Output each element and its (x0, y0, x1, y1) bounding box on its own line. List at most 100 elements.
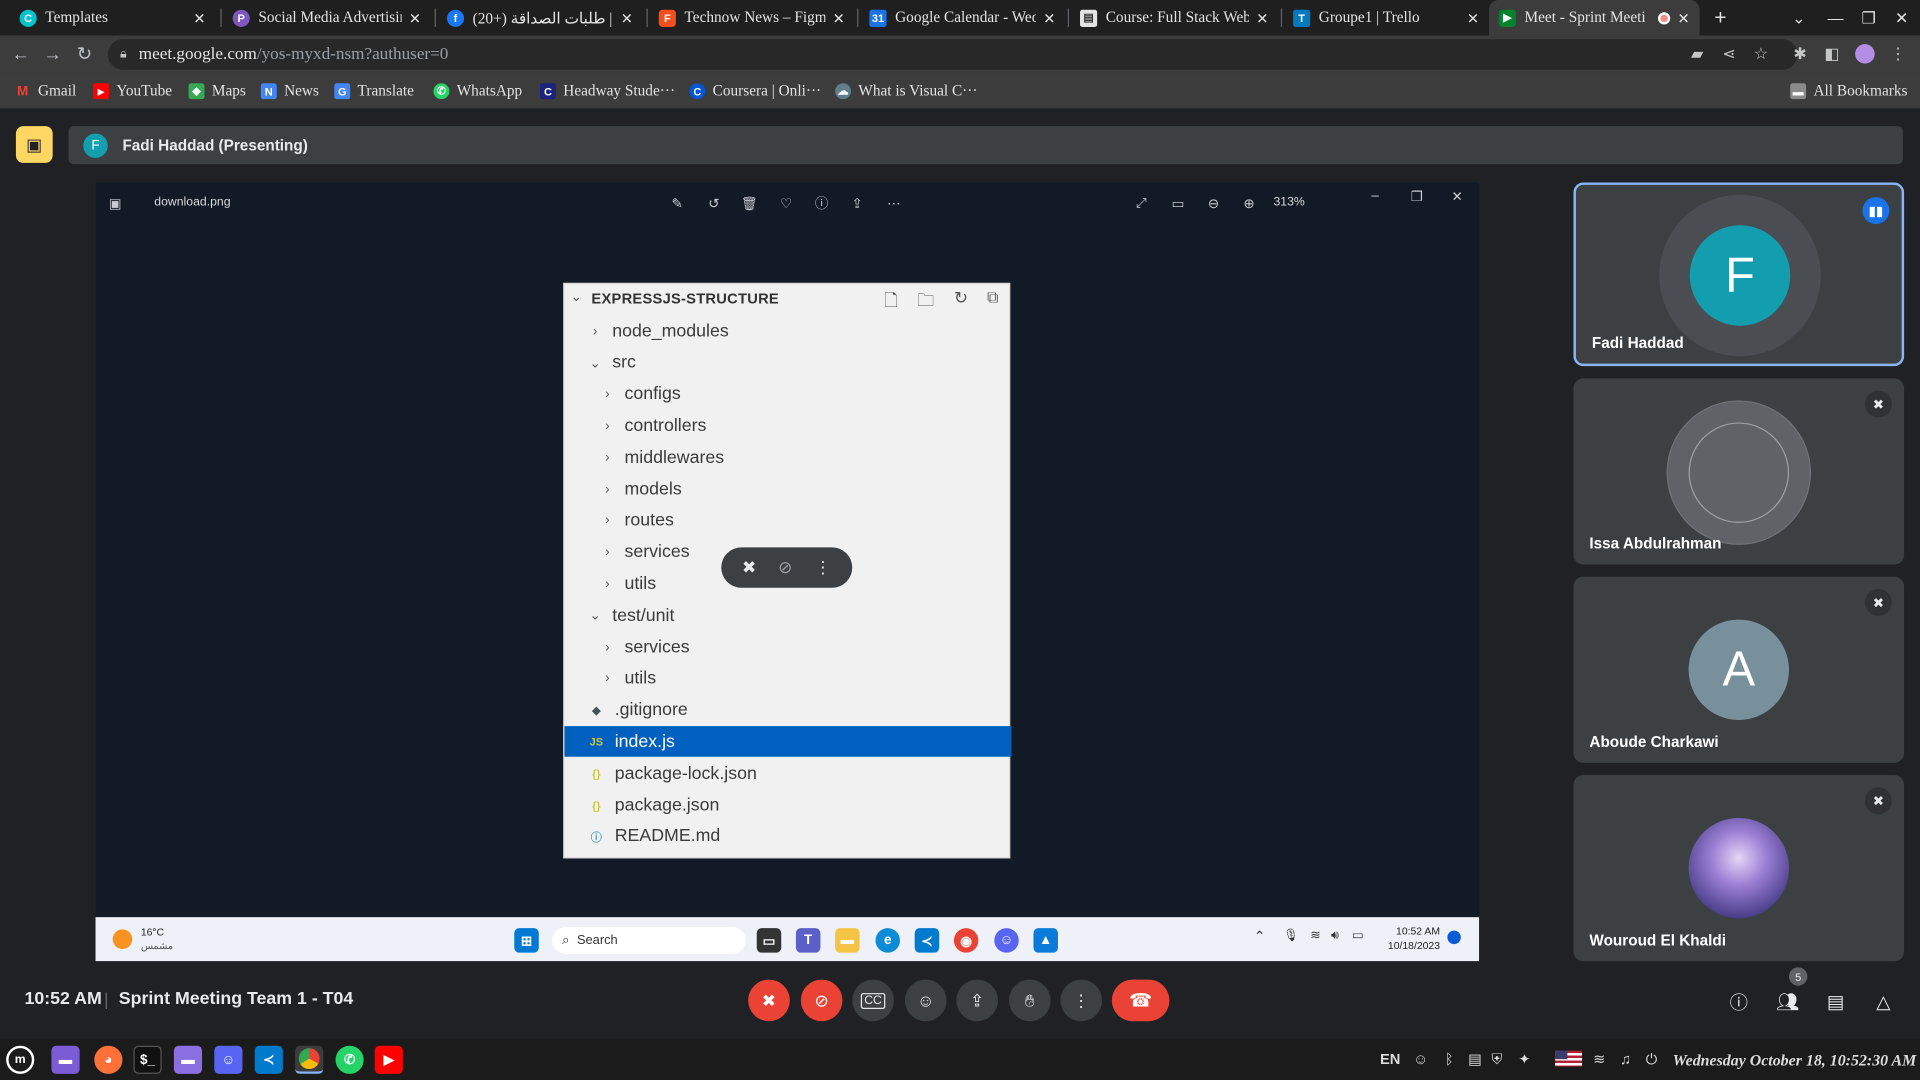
meeting-title: Sprint Meeting Team 1 - T04 (118, 989, 354, 1009)
participant-tile[interactable]: F ▮▮ Fadi Haddad (1573, 182, 1905, 367)
meeting-info-icon[interactable]: ⓘ (1725, 988, 1752, 1015)
whatsapp-icon[interactable]: ✆ (335, 1045, 364, 1074)
close-icon[interactable]: ✕ (1677, 9, 1689, 26)
bookmark-headway[interactable]: C Headway Stude··· (540, 80, 675, 103)
visual-icon: ☁ (835, 83, 852, 100)
file-type-icon: ⓘ (590, 831, 602, 844)
share-icon: ⇪ (851, 196, 863, 212)
tab-trello[interactable]: T Groupe1 | Trello ✕ (1283, 0, 1489, 36)
captions-button[interactable]: CC (852, 979, 894, 1022)
discord-icon[interactable]: ☺ (214, 1045, 243, 1074)
leave-call-button[interactable]: ☎︎ (1111, 979, 1170, 1022)
bookmark-visual[interactable]: ☁ What is Visual C··· (835, 80, 977, 103)
network-icon[interactable]: ≋ (1593, 1051, 1605, 1068)
weather-icon (112, 929, 133, 949)
update-icon[interactable]: ✦ (1518, 1051, 1530, 1068)
browser-toolbar: ← → ↻ 🔒︎ meet.google.com /yos-myxd-nsm?a… (0, 35, 1920, 74)
restore-icon[interactable]: ❐ (1853, 0, 1885, 36)
menu-icon[interactable]: ⋮ (1886, 42, 1910, 66)
maps-icon: ◆ (188, 83, 205, 100)
sound-icon[interactable]: ♫ (1620, 1051, 1631, 1068)
extensions-icon[interactable]: ✱ (1788, 42, 1812, 66)
power-icon[interactable]: ⏻ (1646, 1051, 1658, 1069)
firefox-icon[interactable]: ◕ (94, 1045, 123, 1074)
bookmark-whatsapp[interactable]: ✆ WhatsApp (433, 80, 522, 103)
info-icon: ⓘ (814, 197, 829, 212)
bookmark-translate[interactable]: G Translate (334, 80, 414, 103)
bookmark-youtube[interactable]: ▶ YouTube (93, 80, 172, 103)
discord-tray-icon[interactable]: ☺ (1413, 1051, 1428, 1068)
chrome-icon[interactable] (295, 1045, 324, 1074)
close-icon[interactable]: ✕ (621, 9, 633, 26)
tab-templates[interactable]: C Templates ✕ (10, 0, 216, 36)
tab-title: Course: Full Stack Web (1105, 8, 1249, 26)
bookmark-coursera[interactable]: C Coursera | Onli··· (689, 80, 821, 103)
close-icon[interactable]: ✕ (1467, 9, 1479, 26)
vscode-icon[interactable]: ≺ (254, 1045, 283, 1074)
raise-hand-button[interactable]: ✋︎ (1008, 979, 1051, 1022)
window-close-icon[interactable]: ✕ (1886, 0, 1918, 36)
news-icon: N (260, 83, 277, 100)
terminal-icon[interactable]: $_ (133, 1045, 162, 1074)
tab-divider (857, 8, 859, 27)
os-datetime[interactable]: Wednesday October 18, 10:52:30 AM (1673, 1051, 1917, 1071)
star-icon[interactable]: ☆ (1749, 42, 1773, 66)
tab-search-icon[interactable]: ⌄ (1783, 0, 1815, 36)
tree-item-label: services (624, 542, 690, 563)
tab-meet[interactable]: ▶ Meet - Sprint Meeti ✕ (1488, 0, 1700, 36)
emoji-button[interactable]: ☺ (904, 979, 947, 1022)
close-icon[interactable]: ✕ (1043, 9, 1055, 26)
folder-icon[interactable]: ▬ (173, 1045, 203, 1074)
mic-toggle-button[interactable]: ✖︎ (748, 979, 790, 1022)
clipboard-icon[interactable]: ▤ (1468, 1051, 1482, 1068)
tab-calendar[interactable]: 31 Google Calendar - Wed ✕ (860, 0, 1066, 36)
minimize-icon[interactable]: — (1820, 0, 1852, 36)
new-tab-button[interactable]: + (1705, 0, 1737, 36)
all-bookmarks[interactable]: ▬ All Bookmarks (1790, 80, 1907, 103)
camera-icon[interactable]: ▰ (1685, 42, 1709, 66)
explorer-header: ⌄ EXPRESSJS-STRUCTURE 🗋 🗀 ↻ ⧉ (564, 284, 1011, 312)
youtube-icon[interactable]: ▶ (374, 1045, 403, 1074)
share-icon[interactable]: ⋖ (1717, 42, 1741, 66)
participant-tile[interactable]: ✖︎ Wouroud El Khaldi (1573, 775, 1905, 962)
tab-facebook[interactable]: f طلبات الصداقة (+20) | ok ✕ (437, 0, 643, 36)
bookmark-label: YouTube (116, 82, 173, 100)
keyboard-layout[interactable]: EN (1380, 1051, 1400, 1068)
address-bar[interactable]: 🔒︎ meet.google.com /yos-myxd-nsm?authuse… (107, 39, 1798, 70)
bluetooth-icon[interactable]: ᛒ (1445, 1051, 1454, 1068)
mic-off-icon: ✖︎ (1864, 390, 1892, 418)
participant-tile[interactable]: A ✖︎ Aboude Charkawi (1573, 576, 1905, 763)
bookmark-maps[interactable]: ◆ Maps (188, 80, 246, 103)
shield-icon[interactable]: ⛨ (1491, 1051, 1502, 1069)
forward-icon[interactable]: → (39, 40, 66, 67)
tab-course[interactable]: ▤ Course: Full Stack Web ✕ (1070, 0, 1278, 36)
profile-icon[interactable] (1853, 42, 1877, 66)
people-icon[interactable]: 👥︎ (1774, 988, 1801, 1015)
stop-presenting-icon[interactable]: ▣ (15, 126, 53, 163)
camera-toggle-button[interactable]: ⊘ (800, 979, 843, 1022)
files-icon[interactable]: ▬ (51, 1045, 80, 1074)
close-icon[interactable]: ✕ (1256, 9, 1268, 26)
separator: | (104, 989, 109, 1009)
activities-icon[interactable]: △ (1870, 988, 1897, 1015)
tree-item-label: package.json (614, 795, 720, 815)
present-button[interactable]: ⇪ (956, 979, 998, 1022)
bookmark-news[interactable]: N News (260, 80, 319, 103)
back-icon[interactable]: ← (7, 40, 34, 67)
reload-icon[interactable]: ↻ (71, 40, 98, 67)
close-icon[interactable]: ✕ (409, 9, 421, 26)
chat-icon[interactable]: ▤ (1822, 988, 1849, 1015)
close-icon[interactable]: ✕ (193, 9, 205, 26)
participant-tile[interactable]: ✖︎ Issa Abdulrahman (1573, 378, 1905, 565)
tab-social-media[interactable]: P Social Media Advertisin ✕ (223, 0, 431, 36)
bookmark-gmail[interactable]: M Gmail (15, 80, 76, 103)
chevron-right-icon: › (605, 450, 610, 465)
chevron-down-icon: ⌄ (589, 608, 601, 624)
chevron-right-icon: › (605, 576, 610, 592)
mint-menu-icon[interactable]: m (6, 1045, 35, 1074)
close-icon[interactable]: ✕ (833, 9, 845, 26)
side-panel-icon[interactable]: ◧ (1820, 42, 1844, 66)
flag-icon[interactable] (1555, 1050, 1583, 1067)
more-options-button[interactable]: ⋮ (1060, 979, 1103, 1022)
tab-figma[interactable]: F Technow News – Figma ✕ (649, 0, 855, 36)
